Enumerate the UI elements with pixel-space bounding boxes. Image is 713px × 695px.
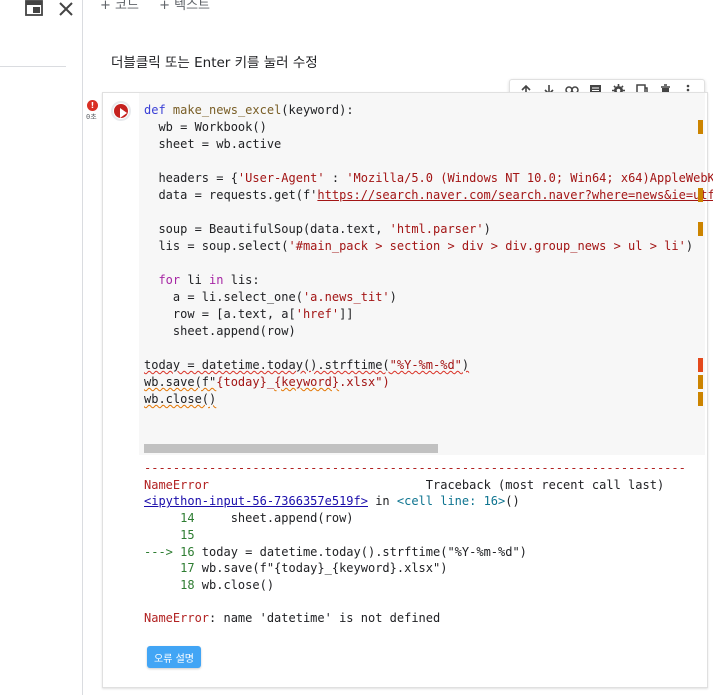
trace-line-num: 15 [144, 527, 195, 542]
explain-error-button[interactable]: 오류 설명 [147, 646, 201, 668]
trace-code: wb.close() [194, 577, 275, 592]
code-token: headers = { [144, 171, 238, 185]
in-text: in [367, 494, 397, 509]
lint-marker [698, 358, 703, 372]
lint-marker [698, 392, 703, 406]
code-token: lis: [223, 273, 260, 287]
code-token: "%Y-%m-%d" [389, 358, 462, 372]
code-token: row = [a.text, a[ [144, 307, 296, 321]
trace-line-num: 14 [144, 511, 195, 526]
lint-marker [698, 375, 703, 389]
trace-code: sheet.append(row) [194, 511, 354, 526]
code-token: def [144, 103, 166, 117]
code-token: (keyword): [281, 103, 354, 117]
code-token: : [324, 171, 347, 185]
code-token: ) [389, 290, 397, 304]
code-token: ) [483, 222, 491, 236]
run-cell-button[interactable] [111, 101, 131, 121]
text-cell-placeholder[interactable]: 더블클릭 또는 Enter 키를 눌러 수정 [111, 51, 318, 71]
parens: () [505, 494, 520, 509]
run-icon [114, 104, 128, 118]
code-token: ) [685, 239, 694, 253]
code-token: ]] [339, 307, 354, 321]
code-token: ) [461, 358, 470, 372]
code-token: https://search.naver.com/search.naver?wh… [317, 188, 713, 202]
trace-line-num: 17 [144, 561, 195, 576]
code-token: 'Mozilla/5.0 (Windows NT 10.0; Win64; x6… [346, 171, 713, 185]
code-line: wb = Workbook() [144, 120, 267, 134]
trace-arrow: ---> 16 [144, 544, 195, 559]
code-token: {keyword} [274, 375, 340, 389]
code-line: wb.close() [144, 392, 217, 406]
cell-gutter [103, 93, 139, 455]
lint-marker [698, 120, 703, 134]
error-output: ----------------------------------------… [144, 460, 686, 627]
code-token: today = datetime.today().strftime( [144, 358, 390, 372]
lint-marker [698, 222, 703, 236]
code-token: {today} [216, 375, 267, 389]
code-line: sheet.append(row) [144, 324, 296, 338]
code-token: _ [266, 375, 275, 389]
trace-code: wb.save(f"{today}_{keyword}.xlsx") [194, 561, 448, 576]
code-token: for [158, 273, 181, 287]
code-token: lis = soup.select( [144, 239, 289, 253]
divider [0, 66, 66, 67]
code-token: wb.save(f" [144, 375, 217, 389]
final-error-name: NameError [144, 611, 210, 626]
lint-marker [698, 188, 703, 202]
code-token: '#main_pack > section > div > div.group_… [288, 239, 686, 253]
horizontal-scrollbar[interactable] [144, 444, 438, 453]
code-line: sheet = wb.active [144, 137, 282, 151]
cell-line: <cell line: 16> [396, 494, 506, 509]
error-name: NameError [144, 477, 210, 492]
left-panel [0, 0, 83, 695]
traceback-label: Traceback (most recent call last) [209, 477, 665, 492]
add-code-button[interactable]: + 코드 [100, 0, 139, 13]
code-token: 'User-Agent' [237, 171, 325, 185]
trace-line-num: 18 [144, 577, 195, 592]
code-token: make_news_excel [172, 103, 282, 117]
code-token: 'html.parser' [389, 222, 484, 236]
code-token: .xlsx") [339, 375, 390, 389]
code-token: soup = BeautifulSoup(data.text, [144, 222, 390, 236]
close-icon[interactable] [57, 0, 75, 18]
output-dashes: ----------------------------------------… [144, 461, 686, 475]
ipython-input-link[interactable]: <ipython-input-56-7366357e519f> [144, 494, 368, 508]
exec-count: 0초 [86, 113, 97, 121]
code-token: data = requests.get(f' [144, 188, 318, 202]
code-token: 'a.news_tit' [302, 290, 390, 304]
trace-code: today = datetime.today().strftime("%Y-%m… [194, 544, 527, 559]
add-text-button[interactable]: + 텍스트 [159, 0, 210, 13]
insert-toolbar: + 코드 + 텍스트 [100, 0, 226, 14]
final-error-msg: : name 'datetime' is not defined [209, 611, 441, 626]
code-content[interactable]: def make_news_excel(keyword): wb = Workb… [144, 102, 713, 408]
code-token: li [180, 273, 210, 287]
code-token: in [209, 273, 224, 287]
error-badge: ! [87, 100, 98, 111]
code-token: a = li.select_one( [144, 290, 303, 304]
code-token: 'href' [295, 307, 340, 321]
window-icon[interactable] [25, 0, 43, 16]
